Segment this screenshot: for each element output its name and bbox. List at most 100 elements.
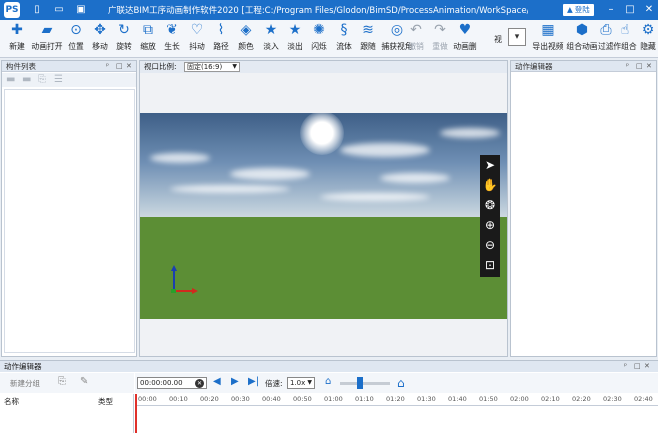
ruler-tick: 02:10 — [541, 395, 560, 403]
ruler-tick: 01:30 — [417, 395, 436, 403]
paint-bucket-icon: ◈ — [240, 22, 252, 38]
undo-button[interactable]: ↶ 撤销 — [408, 22, 424, 56]
speed-select[interactable]: 1.0x ▼ — [287, 377, 315, 389]
flash-button[interactable]: ✺ 闪烁 — [309, 22, 329, 56]
ruler-tick: 00:00 — [138, 395, 157, 403]
zoom-out-timeline-icon[interactable]: ⌂ — [325, 376, 331, 387]
speed-label: 倍速: — [265, 379, 283, 388]
folder-icon[interactable]: ▬ — [6, 74, 18, 85]
combine-button[interactable]: ☝ 作组合 — [612, 22, 638, 56]
view-dropdown[interactable]: ▾ — [506, 22, 528, 56]
action-editor-header: 动作编辑器 ᵖ □ ✕ — [511, 61, 656, 72]
new-button[interactable]: ✚ 新建 — [6, 22, 28, 56]
folder-add-icon[interactable]: ▬ — [22, 74, 34, 85]
open-folder-icon[interactable]: ▭ — [52, 3, 66, 17]
hide-button[interactable]: ⚙ 隐藏 — [638, 22, 658, 56]
chevron-down-icon: ▼ — [307, 379, 312, 386]
float-icon[interactable]: □ — [636, 61, 643, 72]
new-file-icon[interactable]: ▯ — [30, 3, 44, 17]
float-icon[interactable]: □ — [634, 361, 641, 372]
new-group-button[interactable]: 新建分组 — [10, 378, 40, 389]
ruler-tick: 02:40 — [634, 395, 653, 403]
step-forward-icon[interactable]: ▶| — [248, 376, 259, 387]
pin-icon[interactable]: ᵖ — [624, 361, 627, 372]
pin-icon[interactable]: ᵖ — [106, 61, 109, 72]
shake-icon: ♡ — [190, 22, 204, 38]
timeline-zoom-slider[interactable] — [340, 382, 390, 385]
fluid-button[interactable]: § 流体 — [334, 22, 354, 56]
viewport-panel: 视口比例: 固定(16:9) ▼ ➤ ✋ ❂ ⊕ ⊖ ⊡ — [139, 60, 508, 357]
select-cursor-icon[interactable]: ➤ — [480, 155, 500, 175]
undo-icon: ↶ — [410, 22, 422, 38]
navigation-toolbar: ➤ ✋ ❂ ⊕ ⊖ ⊡ — [480, 155, 500, 277]
component-list-panel: 构件列表 ᵖ □ ✕ ▬ ▬ ⎘ ☰ — [1, 60, 137, 357]
ruler-tick: 01:40 — [448, 395, 467, 403]
close-icon[interactable]: ✕ — [642, 3, 656, 17]
follow-button[interactable]: ≋ 跟随 — [358, 22, 378, 56]
export-video-button[interactable]: ▦ 导出视频 — [531, 22, 565, 56]
position-button[interactable]: ⊙ 位置 — [66, 22, 86, 56]
step-back-icon[interactable]: ◀ — [213, 376, 221, 387]
timeline-header: 动作编辑器 ᵖ □ ✕ — [0, 361, 658, 372]
copy-group-icon[interactable]: ⎘ — [58, 376, 66, 387]
group-animation-button[interactable]: ⬢ 组合动画 — [566, 22, 598, 56]
path-icon: ⌇ — [217, 22, 225, 38]
3d-scene[interactable]: ➤ ✋ ❂ ⊕ ⊖ ⊡ — [140, 113, 507, 319]
move-button[interactable]: ✥ 移动 — [90, 22, 110, 56]
fade-out-button[interactable]: ★ 淡出 — [285, 22, 305, 56]
scale-button[interactable]: ⧉ 缩放 — [138, 22, 158, 56]
save-icon[interactable]: ▣ — [74, 3, 88, 17]
login-button[interactable]: ▲ 登陆 — [563, 4, 594, 16]
time-input[interactable]: 00:00:00.00 ✕ — [137, 377, 207, 389]
zoom-out-icon[interactable]: ⊖ — [480, 235, 500, 255]
close-panel-icon[interactable]: ✕ — [644, 361, 650, 372]
close-panel-icon[interactable]: ✕ — [646, 61, 652, 72]
playhead[interactable] — [135, 394, 137, 433]
redo-button[interactable]: ↷ 重做 — [430, 22, 450, 56]
login-label: 登陆 — [574, 5, 590, 14]
list-icon[interactable]: ☰ — [54, 74, 66, 85]
pin-icon[interactable]: ᵖ — [626, 61, 629, 72]
delete-animation-button[interactable]: ♥ 动画删 — [452, 22, 478, 56]
filter-button[interactable]: ⎙ 过滤 — [598, 22, 614, 56]
component-tree[interactable] — [4, 89, 135, 353]
zoom-extent-icon[interactable]: ⊡ — [480, 255, 500, 275]
fade-in-button[interactable]: ★ 淡入 — [261, 22, 281, 56]
zoom-in-timeline-icon[interactable]: ⌂ — [397, 376, 405, 390]
zoom-in-icon[interactable]: ⊕ — [480, 215, 500, 235]
path-button[interactable]: ⌇ 路径 — [211, 22, 231, 56]
grow-button[interactable]: ❦ 生长 — [162, 22, 182, 56]
app-logo: PS — [4, 2, 20, 18]
ruler-tick: 02:00 — [510, 395, 529, 403]
rotate-button[interactable]: ↻ 旋转 — [114, 22, 134, 56]
viewport-ratio-select[interactable]: 固定(16:9) ▼ — [184, 62, 240, 72]
clear-icon[interactable]: ✕ — [195, 379, 204, 388]
open-animation-button[interactable]: ▰ 动画打开 — [28, 22, 66, 56]
shake-button[interactable]: ♡ 抖动 — [187, 22, 207, 56]
ruler-ticks: 00:00 00:10 00:20 00:30 00:40 00:50 01:00 01:10… — [135, 394, 658, 406]
close-panel-icon[interactable]: ✕ — [126, 61, 132, 72]
slider-thumb[interactable] — [357, 377, 363, 389]
title-bar: PS ▯ ▭ ▣ 广联达BIM工序动画制作软件2020 [工程:C:/Progr… — [0, 0, 658, 20]
edit-pen-icon[interactable]: ✎ — [80, 376, 88, 387]
cloud — [150, 153, 210, 163]
minimize-icon[interactable]: – — [604, 3, 618, 17]
delete-animation-icon: ♥ — [458, 22, 472, 38]
flash-icon: ✺ — [313, 22, 325, 38]
group-animation-icon: ⬢ — [575, 22, 589, 38]
ruler-tick: 00:10 — [169, 395, 188, 403]
orbit-icon[interactable]: ❂ — [480, 195, 500, 215]
maximize-icon[interactable]: □ — [623, 3, 637, 17]
chevron-down-icon: ▼ — [232, 63, 237, 70]
float-icon[interactable]: □ — [116, 61, 123, 72]
cloud — [340, 143, 430, 157]
timeline-ruler[interactable]: 00:00 00:10 00:20 00:30 00:40 00:50 01:00 01:10… — [135, 394, 658, 433]
copy-icon[interactable]: ⎘ — [38, 74, 50, 85]
panel-title: 动作编辑器 — [515, 62, 553, 71]
star-icon: ★ — [264, 22, 278, 38]
play-icon[interactable]: ▶ — [231, 376, 239, 387]
ruler-tick: 02:20 — [572, 395, 591, 403]
color-button[interactable]: ◈ 颜色 — [236, 22, 256, 56]
ruler-tick: 00:40 — [262, 395, 281, 403]
pan-hand-icon[interactable]: ✋ — [480, 175, 500, 195]
